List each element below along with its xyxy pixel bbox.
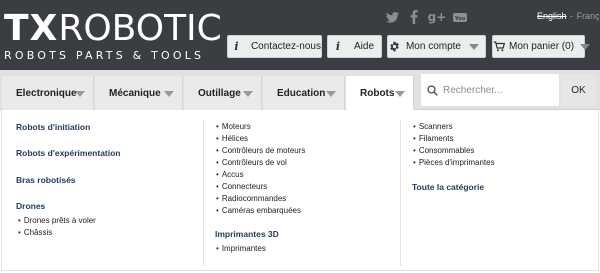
menu-heading-robots-experimentation[interactable]: Robots d'expérimentation xyxy=(16,148,121,158)
cart-icon xyxy=(493,36,505,57)
menu-item-moteurs[interactable]: Moteurs xyxy=(216,122,251,131)
tab-mecanique[interactable]: Mécanique xyxy=(95,76,183,110)
twitter-icon[interactable] xyxy=(385,10,399,24)
column-divider xyxy=(203,120,204,266)
logo-tagline: ROBOTS PARTS & TOOLS xyxy=(4,49,205,62)
chevron-down-icon xyxy=(164,91,174,97)
menu-item-consommables[interactable]: Consommables xyxy=(413,146,475,155)
search-submit-button[interactable]: OK xyxy=(561,74,596,106)
account-button[interactable]: Mon compte xyxy=(387,35,486,58)
svg-text:You: You xyxy=(454,16,466,22)
menu-item-scanners[interactable]: Scanners xyxy=(413,122,453,131)
menu-item-filaments[interactable]: Filaments xyxy=(413,134,454,143)
menu-item-controleurs-vol[interactable]: Contrôleurs de vol xyxy=(216,158,287,167)
facebook-icon[interactable] xyxy=(407,10,421,24)
tab-education[interactable]: Education xyxy=(263,76,345,110)
menu-item-radiocommandes[interactable]: Radiocommandes xyxy=(216,194,286,203)
chevron-down-icon xyxy=(243,91,253,97)
social-links: g+ You xyxy=(385,10,467,24)
menu-item-drones-prets[interactable]: Drones prêts à voler xyxy=(18,216,96,225)
menu-item-connecteurs[interactable]: Connecteurs xyxy=(216,182,267,191)
menu-link-all-category[interactable]: Toute la catégorie xyxy=(412,182,484,192)
lang-french[interactable]: Français xyxy=(577,11,600,21)
menu-heading-robots-initiation[interactable]: Robots d'initiation xyxy=(16,122,90,132)
chevron-down-icon xyxy=(395,91,405,97)
logo-text: TXROBOTIC xyxy=(4,8,222,49)
menu-item-pieces-imprimantes[interactable]: Pièces d'imprimantes xyxy=(413,158,495,167)
menu-heading-imprimantes-3d[interactable]: Imprimantes 3D xyxy=(215,229,279,239)
tab-robots[interactable]: Robots xyxy=(346,76,414,111)
menu-item-helices[interactable]: Hélices xyxy=(216,134,248,143)
menu-heading-bras-robotises[interactable]: Bras robotisés xyxy=(16,175,76,185)
contact-button[interactable]: i Contactez-nous xyxy=(227,35,322,58)
chevron-down-icon xyxy=(326,91,336,97)
menu-item-accus[interactable]: Accus xyxy=(216,170,244,179)
youtube-icon[interactable]: You xyxy=(453,10,467,24)
menu-item-controleurs-moteurs[interactable]: Contrôleurs de moteurs xyxy=(216,146,306,155)
gear-icon xyxy=(388,36,402,57)
cart-button[interactable]: Mon panier (0) xyxy=(492,35,591,58)
language-switcher: English - Français xyxy=(537,11,600,21)
tab-outillage[interactable]: Outillage xyxy=(184,76,262,110)
info-icon: i xyxy=(335,40,341,53)
column-divider xyxy=(400,120,401,266)
lang-english[interactable]: English xyxy=(537,11,567,21)
chevron-down-icon xyxy=(75,91,85,97)
chevron-down-icon xyxy=(580,43,591,50)
header-bar: TXROBOTIC ROBOTS PARTS & TOOLS g+ You En… xyxy=(0,0,600,70)
help-button[interactable]: i Aide xyxy=(327,35,382,58)
search-box xyxy=(421,74,559,106)
google-plus-icon[interactable]: g+ xyxy=(428,10,447,24)
chevron-down-icon xyxy=(469,43,479,50)
search-input[interactable] xyxy=(443,84,553,96)
info-icon: i xyxy=(234,40,239,53)
menu-item-imprimantes[interactable]: Imprimantes xyxy=(216,244,266,253)
menu-heading-drones[interactable]: Drones xyxy=(16,201,45,211)
search-icon xyxy=(421,84,443,96)
tab-electronique[interactable]: Electronique xyxy=(2,76,94,110)
menu-item-cameras[interactable]: Caméras embarquées xyxy=(216,206,301,215)
menu-item-chassis[interactable]: Châssis xyxy=(18,228,52,237)
robots-dropdown-menu: Robots d'initiation Robots d'expérimenta… xyxy=(1,110,599,271)
logo[interactable]: TXROBOTIC ROBOTS PARTS & TOOLS xyxy=(4,8,222,63)
